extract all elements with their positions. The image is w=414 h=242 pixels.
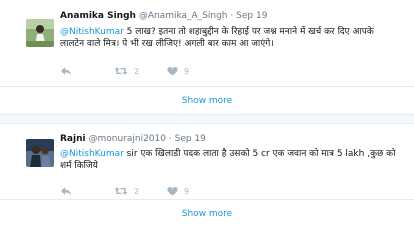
tweet[interactable]: Rajni @monurajni2010 · Sep 19 @NitishKum…	[0, 124, 414, 209]
retweet-button[interactable]: 2	[114, 186, 139, 196]
tweet-header: Rajni @monurajni2010 · Sep 19	[60, 134, 206, 144]
mention-link[interactable]: @NitishKumar	[60, 27, 124, 37]
avatar[interactable]	[26, 19, 54, 47]
separator-dot: ·	[230, 11, 234, 21]
user-handle[interactable]: @Anamika_A_Singh	[139, 11, 228, 21]
like-icon	[167, 67, 178, 76]
like-icon	[167, 187, 178, 196]
show-more-link[interactable]: Show more	[0, 96, 414, 106]
show-more-link[interactable]: Show more	[0, 209, 414, 219]
reply-button[interactable]	[60, 186, 78, 196]
reply-icon	[61, 67, 71, 75]
reply-button[interactable]	[60, 66, 78, 76]
tweet-time[interactable]: Sep 19	[175, 134, 206, 144]
tweet[interactable]: Anamika Singh @Anamika_A_Singh · Sep 19 …	[0, 0, 414, 85]
avatar[interactable]	[26, 139, 54, 167]
divider	[0, 86, 414, 87]
tweet-time[interactable]: Sep 19	[236, 11, 267, 21]
like-button[interactable]: 9	[167, 66, 189, 76]
user-handle[interactable]: @monurajni2010	[88, 134, 166, 144]
mention-link[interactable]: @NitishKumar	[60, 149, 124, 159]
reply-icon	[61, 187, 71, 195]
like-button[interactable]: 9	[167, 186, 189, 196]
like-count: 9	[184, 186, 190, 196]
tweet-card: Rajni @monurajni2010 · Sep 19 @NitishKum…	[0, 123, 414, 242]
tweet-text: @NitishKumar 5 लाख? इतना तो शहाबुद्दीन क…	[60, 26, 400, 50]
tweet-header: Anamika Singh @Anamika_A_Singh · Sep 19	[60, 11, 267, 21]
user-name[interactable]: Anamika Singh	[60, 11, 136, 21]
like-count: 9	[184, 66, 190, 76]
retweet-icon	[114, 187, 128, 195]
tweet-text: @NitishKumar sir एक खिलाडी पदक लाता है उ…	[60, 148, 400, 172]
divider	[0, 199, 414, 200]
retweet-count: 2	[134, 66, 140, 76]
user-name[interactable]: Rajni	[60, 134, 86, 144]
retweet-icon	[114, 67, 128, 75]
separator-dot: ·	[168, 134, 172, 144]
retweet-count: 2	[134, 186, 140, 196]
tweet-card: Anamika Singh @Anamika_A_Singh · Sep 19 …	[0, 0, 414, 115]
retweet-button[interactable]: 2	[114, 66, 139, 76]
